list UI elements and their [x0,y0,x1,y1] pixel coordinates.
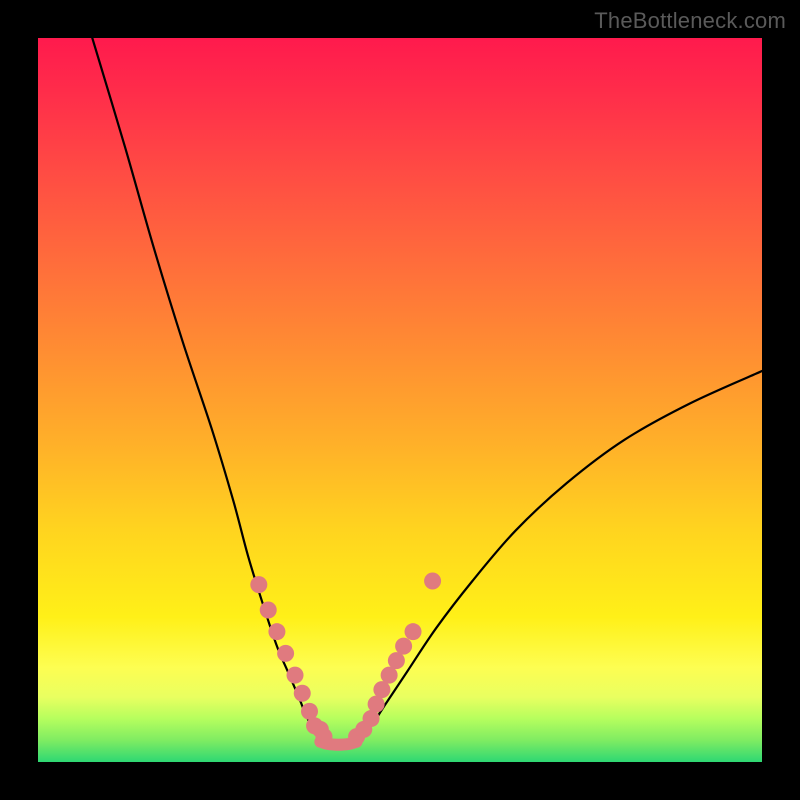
data-point [294,685,311,702]
plot-area [38,38,762,762]
chart-svg [38,38,762,762]
data-point [301,703,318,720]
data-point [373,681,390,698]
data-point [277,645,294,662]
data-point [312,721,329,738]
data-point [250,576,267,593]
watermark-text: TheBottleneck.com [594,8,786,34]
dot-layer [250,573,441,746]
data-point [424,573,441,590]
data-point [368,696,385,713]
data-point [260,601,277,618]
data-point [405,623,422,640]
data-point [287,667,304,684]
data-point [395,638,412,655]
data-point [268,623,285,640]
data-point [381,667,398,684]
data-point [388,652,405,669]
chart-stage: TheBottleneck.com [0,0,800,800]
bottleneck-curve [92,38,762,745]
data-point [363,710,380,727]
curve-layer [92,38,762,745]
